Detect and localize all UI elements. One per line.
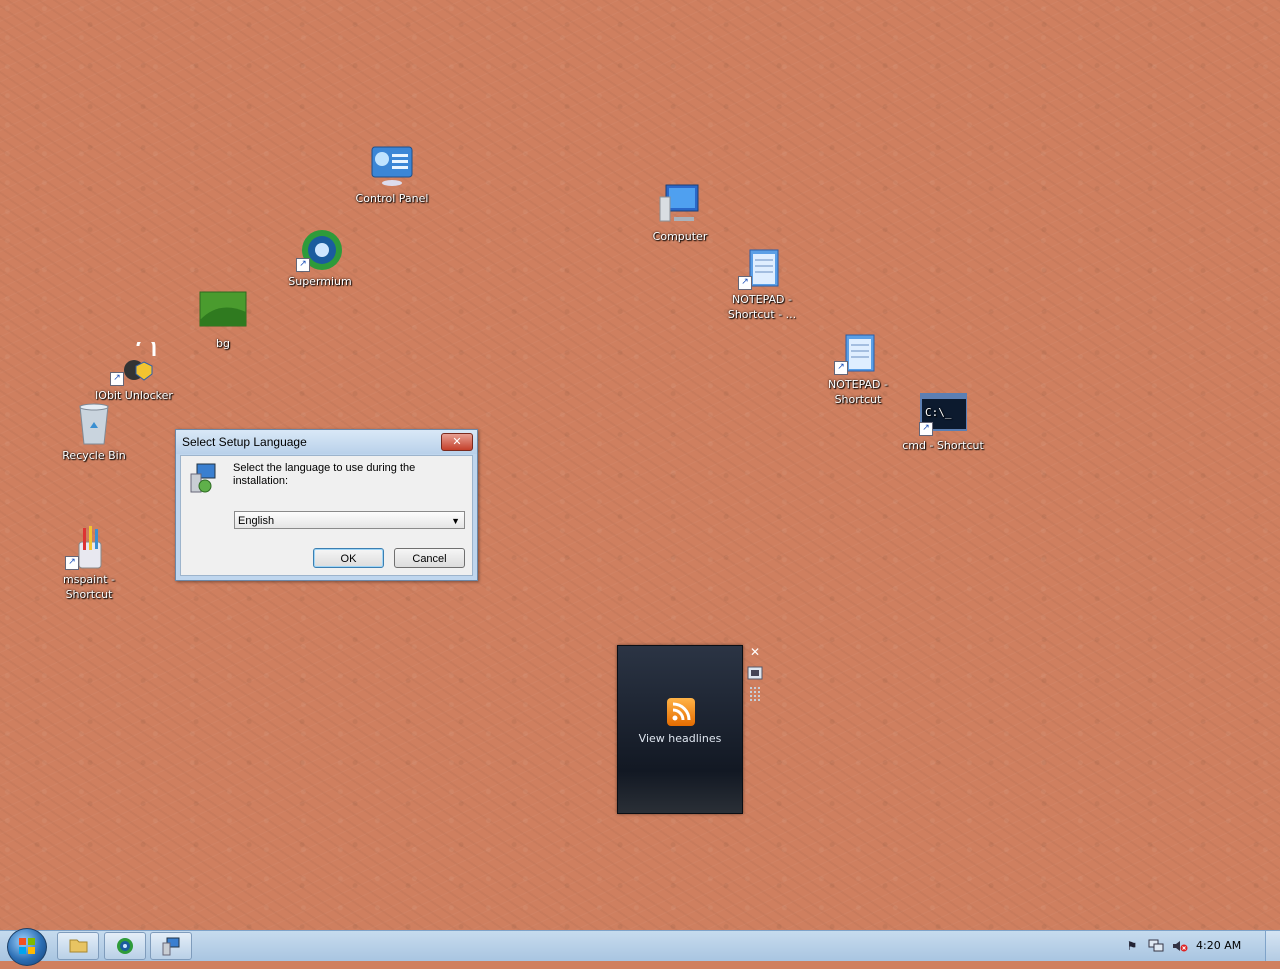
desktop-icon-label: Recycle Bin: [62, 449, 126, 462]
cancel-button[interactable]: Cancel: [394, 548, 465, 568]
gadget-options-icon[interactable]: [745, 666, 765, 684]
supermium-browser-icon: ↗: [296, 228, 344, 272]
desktop-icon-label: Computer: [652, 230, 708, 243]
dialog-message: Select the language to use during the in…: [233, 462, 416, 487]
dialog-body: Select the language to use during the in…: [180, 455, 473, 576]
show-desktop-button[interactable]: [1265, 931, 1280, 961]
desktop-icon-bg[interactable]: bg: [181, 290, 265, 351]
rss-feed-icon: [667, 698, 695, 726]
desktop-icon-iobit-unlocker[interactable]: ↗ IObit Unlocker: [92, 336, 176, 403]
desktop-icon-notepad-shortcut-2[interactable]: ↗ NOTEPAD - Shortcut - ...: [720, 246, 804, 322]
select-setup-language-dialog: Select Setup Language ✕ Select the langu…: [175, 429, 478, 581]
recycle-bin-icon: [70, 402, 118, 446]
desktop-icon-mspaint-shortcut[interactable]: ↗ mspaint - Shortcut: [47, 526, 131, 602]
network-icon[interactable]: [1148, 939, 1164, 953]
ok-button[interactable]: OK: [313, 548, 384, 568]
shortcut-arrow-icon: ↗: [110, 372, 124, 386]
shortcut-arrow-icon: ↗: [919, 422, 933, 436]
desktop-icon-label: Control Panel: [355, 192, 429, 205]
taskbar: ⚑ 4:20 AM: [0, 928, 1280, 966]
gadget-drag-handle-icon[interactable]: [745, 686, 765, 704]
desktop-icon-label: bg: [216, 337, 230, 350]
shortcut-arrow-icon: ↗: [738, 276, 752, 290]
taskbar-explorer-button[interactable]: [57, 932, 99, 960]
desktop-icon-label: IObit Unlocker: [95, 389, 173, 402]
view-headlines-link[interactable]: View headlines: [618, 732, 742, 745]
control-panel-icon: [368, 145, 416, 189]
desktop-icon-supermium[interactable]: ↗ Supermium: [278, 228, 362, 289]
taskbar-supermium-button[interactable]: [104, 932, 146, 960]
chevron-down-icon: ▼: [451, 516, 460, 526]
desktop-icon-label: cmd - Shortcut: [902, 439, 984, 452]
unlocker-icon: ↗: [110, 336, 158, 386]
dialog-titlebar[interactable]: Select Setup Language: [176, 430, 477, 454]
dialog-close-button[interactable]: ✕: [441, 433, 473, 451]
taskbar-clock[interactable]: 4:20 AM: [1196, 939, 1241, 952]
paint-icon: ↗: [65, 526, 113, 570]
image-file-icon: [199, 290, 247, 334]
desktop-icon-recycle-bin[interactable]: Recycle Bin: [52, 402, 136, 463]
action-center-flag-icon[interactable]: ⚑: [1124, 939, 1140, 953]
shortcut-arrow-icon: ↗: [65, 556, 79, 570]
start-button[interactable]: [7, 928, 47, 966]
browser-icon: [117, 938, 133, 954]
shortcut-arrow-icon: ↗: [834, 361, 848, 375]
desktop-icon-label: NOTEPAD - Shortcut - ...: [727, 293, 797, 321]
folder-icon: [69, 939, 88, 953]
command-prompt-icon: C:\_ ↗: [919, 392, 968, 436]
computer-icon: [656, 183, 704, 227]
desktop-icon-notepad-shortcut[interactable]: ↗ NOTEPAD - Shortcut: [816, 331, 900, 407]
desktop-icon-label: Supermium: [288, 275, 352, 288]
desktop-icon-label: mspaint - Shortcut: [63, 573, 115, 601]
language-select[interactable]: English ▼: [234, 511, 465, 529]
desktop: Control Panel ↗ Supermium bg ↗ IObit Unl…: [0, 0, 1280, 930]
language-select-value: English: [238, 515, 275, 527]
desktop-icon-cmd-shortcut[interactable]: C:\_ ↗ cmd - Shortcut: [901, 392, 985, 453]
desktop-icon-computer[interactable]: Computer: [638, 183, 722, 244]
shortcut-arrow-icon: ↗: [296, 258, 310, 272]
notepad-icon: ↗: [738, 246, 786, 290]
feed-headlines-gadget[interactable]: View headlines: [617, 645, 743, 814]
notepad-icon: ↗: [834, 331, 882, 375]
gadget-close-button[interactable]: ✕: [745, 645, 765, 663]
svg-text:C:\_: C:\_: [925, 406, 952, 419]
dialog-title: Select Setup Language: [182, 435, 307, 449]
volume-muted-icon[interactable]: [1172, 939, 1188, 953]
desktop-icon-control-panel[interactable]: Control Panel: [350, 145, 434, 206]
desktop-icon-label: NOTEPAD - Shortcut: [828, 378, 888, 406]
taskbar-setup-button[interactable]: [150, 932, 192, 960]
setup-computer-icon: [187, 462, 219, 494]
setup-icon: [162, 937, 180, 956]
